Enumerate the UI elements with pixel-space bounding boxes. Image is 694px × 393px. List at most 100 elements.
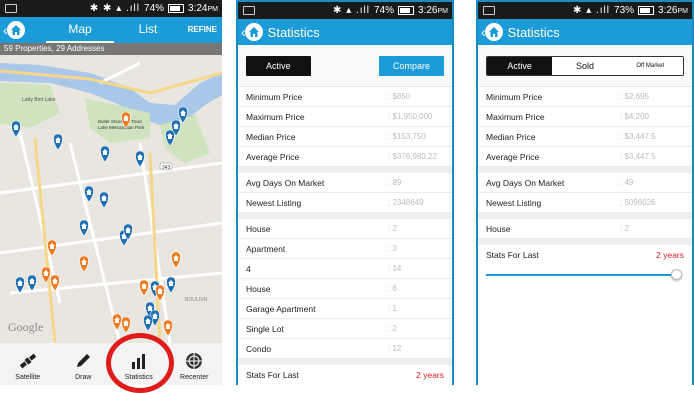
property-pin-icon[interactable] xyxy=(155,284,165,302)
refine-button[interactable]: REFINE xyxy=(188,25,217,34)
stat-value: : 2 xyxy=(388,324,397,333)
property-pin-icon[interactable] xyxy=(53,133,63,151)
stat-label: Maximum Price xyxy=(246,111,305,122)
stat-value: : 2 xyxy=(620,224,629,233)
stat-value: : 12 xyxy=(388,344,402,353)
stat-label: Minimum Price xyxy=(246,91,303,102)
stat-row: Median Price: $3,447.5 xyxy=(478,127,692,147)
stat-label: Newest Listing xyxy=(246,197,302,208)
stat-row: Maximum Price: $4,200 xyxy=(478,107,692,127)
segment-active[interactable]: Active xyxy=(487,56,553,75)
property-pin-icon[interactable] xyxy=(143,314,153,332)
tab-list[interactable]: List xyxy=(114,17,182,43)
stat-row: Garage Apartment: 1 xyxy=(238,299,452,319)
stat-row: Condo: 12 xyxy=(238,339,452,359)
stat-value: : 49 xyxy=(620,178,634,187)
home-button[interactable]: ‹ xyxy=(478,23,503,41)
property-pin-icon[interactable] xyxy=(99,191,109,209)
property-pin-icon[interactable] xyxy=(121,111,131,129)
stats-range-slider[interactable] xyxy=(486,265,684,285)
property-pin-icon[interactable] xyxy=(41,266,51,284)
segment-off-market[interactable]: Off Market xyxy=(617,56,683,75)
property-pin-icon[interactable] xyxy=(15,276,25,294)
property-pin-icon[interactable] xyxy=(139,279,149,297)
status-bar: ✱ ▴ .ıll 74% 3:26PM xyxy=(238,2,452,19)
stat-label: Apartment xyxy=(246,243,286,254)
stat-label: House xyxy=(486,223,511,234)
status-time: 3:26PM xyxy=(418,5,448,16)
statistics-screen-segmented: ✱ ▴ .ıll 73% 3:26PM ‹ Statistics Active … xyxy=(476,0,694,385)
active-button[interactable]: Active xyxy=(246,55,311,76)
tab-map[interactable]: Map xyxy=(46,17,114,43)
property-pin-icon[interactable] xyxy=(79,255,89,273)
property-pin-icon[interactable] xyxy=(165,129,175,147)
status-bar: ✱ ✱ ▴ .ıll 74% 3:24PM xyxy=(0,0,222,17)
home-button[interactable]: ‹ xyxy=(0,21,25,39)
stat-label: House xyxy=(246,223,271,234)
page-title: Statistics xyxy=(507,24,560,40)
home-button[interactable]: ‹ xyxy=(238,23,263,41)
property-pin-icon[interactable] xyxy=(166,276,176,294)
battery-icon xyxy=(398,6,415,15)
nav-recenter[interactable]: Recenter xyxy=(167,343,223,385)
property-pin-icon[interactable] xyxy=(163,319,173,337)
battery-percent: 73% xyxy=(614,5,635,16)
stat-value: : 2 xyxy=(388,224,397,233)
stat-value: : 2348649 xyxy=(388,198,424,207)
map-screen: ✱ ✱ ▴ .ıll 74% 3:24PM ‹ Map List REFINE … xyxy=(0,0,222,385)
stat-value: : 3 xyxy=(388,244,397,253)
property-pin-icon[interactable] xyxy=(100,145,110,163)
notification-icon xyxy=(483,6,495,15)
property-pin-icon[interactable] xyxy=(135,150,145,168)
property-pin-icon[interactable] xyxy=(27,274,37,292)
stat-label: Average Price xyxy=(486,151,540,162)
property-pin-icon[interactable] xyxy=(171,251,181,269)
map-view[interactable]: 59 Properties, 29 Addresses Lady Bird La… xyxy=(0,43,222,343)
filter-row: Active Compare xyxy=(238,45,452,87)
property-pin-icon[interactable] xyxy=(50,274,60,292)
signal-icons: ✱ ▴ .ıll xyxy=(333,5,371,16)
nav-satellite[interactable]: Satellite xyxy=(0,343,56,385)
stats-for-last-row[interactable]: Stats For Last 2 years xyxy=(238,365,452,385)
property-pin-icon[interactable] xyxy=(11,120,21,138)
stats-for-last-value: 2 years xyxy=(416,370,444,380)
listing-stats: Avg Days On Market: 49 Newest Listing: 50… xyxy=(478,173,692,213)
status-segmented-control: Active Sold Off Market xyxy=(486,55,684,76)
stat-row: 4: 14 xyxy=(238,259,452,279)
stats-for-last-value: 2 years xyxy=(656,250,684,260)
stat-row: Minimum Price: $850 xyxy=(238,87,452,107)
stat-row: Average Price: $376,980.22 xyxy=(238,147,452,167)
stat-value: : $376,980.22 xyxy=(388,152,437,161)
recenter-icon xyxy=(186,353,203,369)
notification-icon xyxy=(5,4,17,13)
property-pins[interactable] xyxy=(0,43,222,343)
stat-label: 4 xyxy=(246,263,251,274)
segment-sold[interactable]: Sold xyxy=(552,56,618,75)
stat-value: : 6 xyxy=(388,284,397,293)
compare-button[interactable]: Compare xyxy=(378,55,444,76)
stat-label: House xyxy=(246,283,271,294)
stat-row: Median Price: $153,750 xyxy=(238,127,452,147)
property-pin-icon[interactable] xyxy=(121,316,131,334)
property-pin-icon[interactable] xyxy=(47,239,57,257)
statistics-content: Active Compare Minimum Price: $850 Maximu… xyxy=(238,45,452,385)
google-logo: Google xyxy=(8,320,44,334)
slider-thumb[interactable] xyxy=(671,269,682,280)
property-pin-icon[interactable] xyxy=(112,313,122,331)
properties-summary: 59 Properties, 29 Addresses xyxy=(0,43,222,55)
pencil-icon xyxy=(77,354,91,367)
listing-stats: Avg Days On Market: 89 Newest Listing: 23… xyxy=(238,173,452,213)
property-pin-icon[interactable] xyxy=(84,185,94,203)
property-pin-icon[interactable] xyxy=(178,106,188,124)
stat-row: Maximum Price: $1,950,000 xyxy=(238,107,452,127)
stat-row: Newest Listing : 2348649 xyxy=(238,193,452,213)
nav-draw[interactable]: Draw xyxy=(56,343,112,385)
home-icon xyxy=(6,21,25,39)
stat-label: Avg Days On Market xyxy=(246,177,325,188)
stat-value: : $2,695 xyxy=(620,92,649,101)
page-title: Statistics xyxy=(267,24,320,40)
battery-percent: 74% xyxy=(144,3,165,14)
stat-row: House : 2 xyxy=(238,219,452,239)
satellite-icon xyxy=(19,353,36,369)
property-pin-icon[interactable] xyxy=(79,219,89,237)
